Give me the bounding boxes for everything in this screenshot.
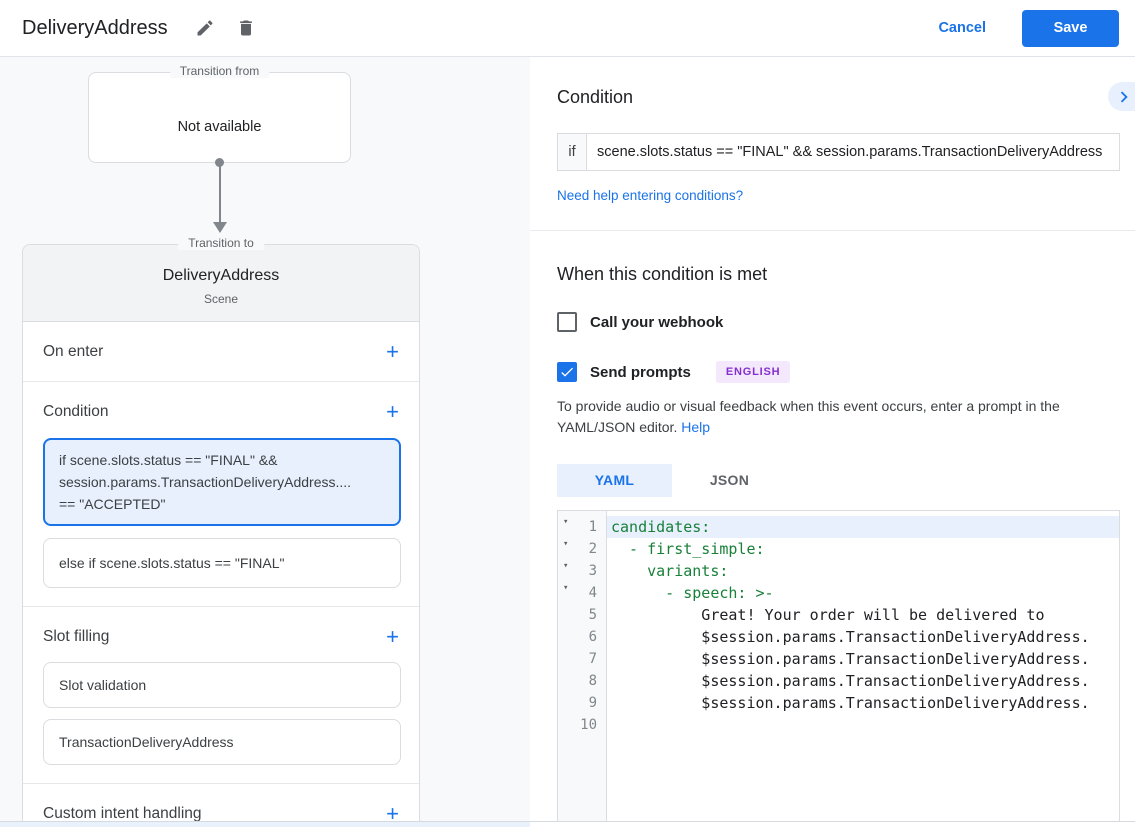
helper-text: To provide audio or visual feedback when… bbox=[557, 398, 1060, 435]
connector-arrowhead-icon bbox=[213, 222, 227, 233]
save-button[interactable]: Save bbox=[1022, 10, 1119, 47]
webhook-label: Call your webhook bbox=[590, 314, 723, 331]
delete-icon[interactable] bbox=[236, 18, 256, 38]
slot-card[interactable]: TransactionDeliveryAddress bbox=[43, 719, 401, 765]
collapse-panel-button[interactable] bbox=[1108, 82, 1135, 111]
send-prompts-option-row: Send prompts ENGLISH bbox=[557, 361, 1135, 383]
header-actions: Cancel Save bbox=[928, 10, 1119, 47]
yaml-code-editor[interactable]: ▾1 ▾2 ▾3 ▾4 5 6 7 8 9 10 candidates: - f… bbox=[557, 510, 1120, 821]
help-link[interactable]: Help bbox=[681, 419, 710, 435]
send-prompts-checkbox[interactable] bbox=[557, 362, 577, 382]
editor-gutter: ▾1 ▾2 ▾3 ▾4 5 6 7 8 9 10 bbox=[558, 511, 607, 821]
line-number: 10 bbox=[558, 714, 606, 736]
transition-to-legend: Transition to bbox=[178, 236, 264, 250]
webhook-checkbox[interactable] bbox=[557, 312, 577, 332]
slot-filling-label: Slot filling bbox=[43, 628, 109, 646]
code-line: candidates: bbox=[607, 516, 1119, 538]
slot-filling-section: Slot filling + Slot validation Transacti… bbox=[23, 607, 419, 784]
code-line: $session.params.TransactionDeliveryAddre… bbox=[607, 626, 1119, 648]
line-number: 5 bbox=[558, 604, 606, 626]
add-slot-icon[interactable]: + bbox=[384, 627, 401, 647]
code-line: - first_simple: bbox=[607, 538, 1119, 560]
webhook-option-row: Call your webhook bbox=[557, 312, 1135, 332]
transition-from-box: Transition from Not available bbox=[88, 72, 351, 163]
cancel-button[interactable]: Cancel bbox=[928, 12, 996, 44]
chevron-right-icon bbox=[1113, 86, 1135, 108]
section-divider bbox=[530, 230, 1135, 231]
fold-toggle-icon[interactable]: ▾ bbox=[563, 539, 568, 549]
condition-expression-input[interactable]: scene.slots.status == "FINAL" && session… bbox=[587, 134, 1119, 170]
code-line bbox=[607, 714, 1119, 736]
editor-format-tabs: YAML JSON bbox=[557, 464, 1135, 497]
condition-card[interactable]: else if scene.slots.status == "FINAL" bbox=[43, 538, 401, 588]
condition-help-link[interactable]: Need help entering conditions? bbox=[557, 188, 743, 203]
code-line: Great! Your order will be delivered to bbox=[607, 604, 1119, 626]
scene-title: DeliveryAddress bbox=[23, 267, 419, 285]
tab-json[interactable]: JSON bbox=[672, 464, 787, 497]
on-enter-label: On enter bbox=[43, 343, 103, 361]
custom-intent-row: Custom intent handling + bbox=[23, 784, 419, 821]
main-content: Transition from Not available Transition… bbox=[0, 57, 1135, 821]
condition-editor-panel: Condition if scene.slots.status == "FINA… bbox=[530, 57, 1135, 821]
page-title: DeliveryAddress bbox=[22, 17, 168, 40]
condition-section: Condition + if scene.slots.status == "FI… bbox=[23, 382, 419, 607]
if-prefix-label: if bbox=[558, 134, 587, 170]
line-number: 6 bbox=[558, 626, 606, 648]
send-prompts-label: Send prompts bbox=[590, 364, 691, 381]
condition-input-group: if scene.slots.status == "FINAL" && sess… bbox=[557, 133, 1120, 171]
bottom-edge-left bbox=[0, 822, 530, 827]
condition-section-label: Condition bbox=[43, 403, 109, 421]
editor-code-area[interactable]: candidates: - first_simple: variants: - … bbox=[607, 511, 1119, 821]
code-line: $session.params.TransactionDeliveryAddre… bbox=[607, 648, 1119, 670]
app-header: DeliveryAddress Cancel Save bbox=[0, 0, 1135, 57]
prompt-helper-text: To provide audio or visual feedback when… bbox=[557, 396, 1124, 438]
line-number: 8 bbox=[558, 670, 606, 692]
viewport-bottom-edge bbox=[0, 821, 1135, 827]
custom-intent-label: Custom intent handling bbox=[43, 805, 202, 821]
code-line: variants: bbox=[607, 560, 1119, 582]
condition-met-heading: When this condition is met bbox=[557, 264, 1135, 285]
connector-line bbox=[219, 163, 221, 223]
fold-toggle-icon[interactable]: ▾ bbox=[563, 583, 568, 593]
transition-from-value: Not available bbox=[89, 119, 350, 135]
line-number: 7 bbox=[558, 648, 606, 670]
transition-from-legend: Transition from bbox=[170, 64, 270, 78]
bottom-edge-right bbox=[530, 822, 1135, 827]
check-icon bbox=[559, 364, 575, 380]
scene-subtitle: Scene bbox=[23, 292, 419, 306]
code-line: $session.params.TransactionDeliveryAddre… bbox=[607, 670, 1119, 692]
code-line: - speech: >- bbox=[607, 582, 1119, 604]
language-badge: ENGLISH bbox=[716, 361, 791, 383]
fold-toggle-icon[interactable]: ▾ bbox=[563, 561, 568, 571]
slot-validation-card[interactable]: Slot validation bbox=[43, 662, 401, 708]
condition-card-selected[interactable]: if scene.slots.status == "FINAL" && sess… bbox=[43, 438, 401, 526]
tab-yaml[interactable]: YAML bbox=[557, 464, 672, 497]
scene-diagram-canvas: Transition from Not available Transition… bbox=[0, 57, 530, 821]
scene-card-header: DeliveryAddress Scene bbox=[23, 245, 419, 322]
fold-toggle-icon[interactable]: ▾ bbox=[563, 517, 568, 527]
condition-heading: Condition bbox=[557, 87, 1135, 108]
edit-icon[interactable] bbox=[195, 18, 215, 38]
add-custom-intent-icon[interactable]: + bbox=[384, 804, 401, 821]
line-number: 9 bbox=[558, 692, 606, 714]
add-on-enter-icon[interactable]: + bbox=[384, 342, 401, 362]
code-line: $session.params.TransactionDeliveryAddre… bbox=[607, 692, 1119, 714]
on-enter-row: On enter + bbox=[23, 322, 419, 382]
transition-to-card: Transition to DeliveryAddress Scene On e… bbox=[22, 244, 420, 821]
add-condition-icon[interactable]: + bbox=[384, 402, 401, 422]
